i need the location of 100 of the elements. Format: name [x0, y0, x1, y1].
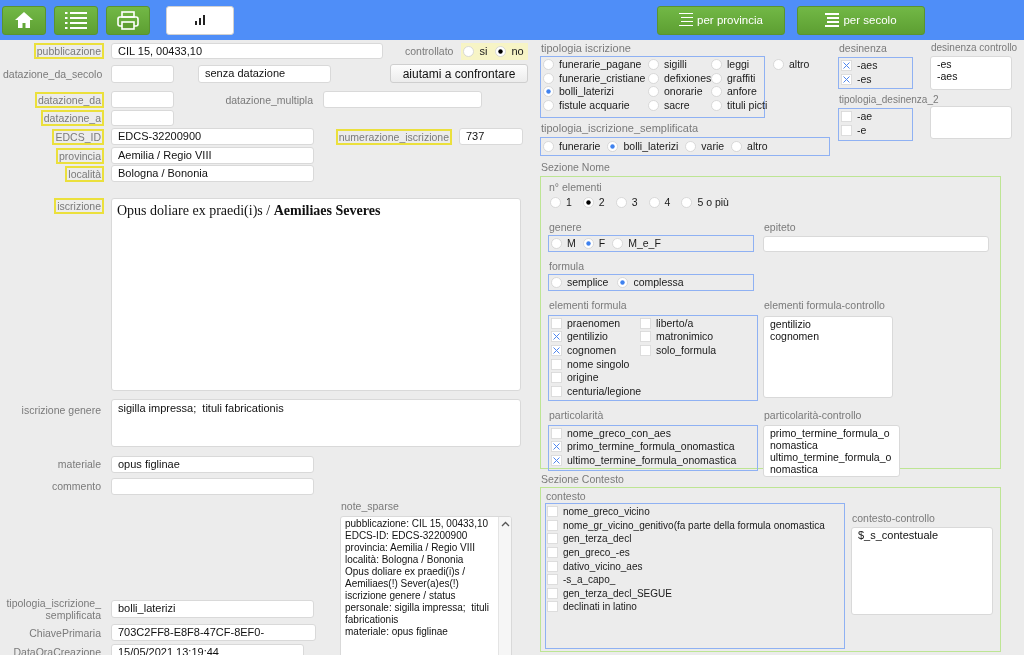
radio-button[interactable]: F [582, 236, 606, 250]
radio-button[interactable]: 2 [582, 196, 605, 210]
radio-button[interactable]: fistule acquarie [543, 98, 630, 113]
text-field[interactable]: CIL 15, 00433,10 [111, 43, 383, 59]
radio-button[interactable]: si [463, 44, 488, 58]
radio-button[interactable]: sigilli [648, 58, 687, 72]
checkbox[interactable]: nome singolo [551, 357, 630, 371]
radio-button[interactable]: M_e_F [612, 236, 661, 250]
checkbox[interactable]: gen_terza_decl_SEGUE [547, 586, 672, 601]
checkbox[interactable]: -aes [841, 59, 878, 73]
list-icon [65, 10, 87, 30]
scrollbar[interactable] [498, 517, 511, 655]
radio-button[interactable]: 5 o più [681, 196, 729, 210]
field-label: datazione_multipla [224, 92, 314, 108]
field-label: Sezione Contesto [540, 473, 625, 485]
list-button[interactable] [54, 5, 98, 35]
text-field[interactable] [111, 477, 314, 495]
radio-button[interactable]: funerarie [543, 139, 601, 154]
radio-button[interactable]: altro [773, 58, 810, 72]
radio-button[interactable]: graffiti [711, 71, 756, 86]
radio-button[interactable]: semplice [551, 275, 609, 289]
radio-button[interactable]: funerarie_cristiane [543, 71, 646, 86]
home-button[interactable] [2, 5, 46, 35]
field-label: datazione_a [40, 109, 104, 126]
field-line: $_s_contestuale [858, 529, 940, 542]
checkbox[interactable]: praenomen [551, 316, 621, 331]
checkbox[interactable]: ultimo_termine_formula_onomastica [551, 453, 737, 468]
radio-button[interactable]: 3 [615, 196, 638, 210]
field-label: iscrizione [54, 198, 104, 214]
checkbox[interactable]: centuria/legione [551, 384, 642, 399]
radio-button[interactable]: varie [685, 139, 725, 154]
checkbox[interactable]: gen_greco_-es [547, 545, 630, 560]
field-line: cognomen [770, 329, 821, 342]
text-field[interactable]: EDCS-32200900 [111, 128, 314, 145]
text-field[interactable]: Bologna / Bononia [111, 165, 314, 182]
text-field[interactable] [323, 91, 482, 108]
chart-button[interactable] [166, 5, 234, 35]
checkbox[interactable]: nome_gr_vicino_genitivo(fa parte della formula onomastica [547, 518, 825, 533]
text-field[interactable]: bolli_laterizi [111, 600, 314, 618]
radio-button[interactable]: defixiones [648, 71, 712, 86]
field-label: numerazione_iscrizione [335, 128, 452, 145]
text-field[interactable] [111, 109, 174, 126]
radio-button[interactable]: leggi [711, 58, 750, 72]
checkbox[interactable]: primo_termine_formula_onomastica [551, 440, 735, 454]
text-field[interactable] [111, 91, 174, 108]
checkbox[interactable]: cognomen [551, 343, 617, 358]
field-label: elementi formula [548, 298, 628, 311]
checkbox[interactable]: nome_greco_con_aes [551, 426, 671, 441]
compare-button[interactable]: aiutami a confrontare [390, 64, 528, 83]
radio-button[interactable]: bolli_laterizi [543, 85, 614, 99]
checkbox[interactable]: gen_terza_decl [547, 532, 632, 546]
radio-button[interactable]: bolli_laterizi [607, 139, 679, 154]
radio-button[interactable]: 4 [648, 196, 671, 210]
text-field[interactable]: 737 [459, 128, 523, 145]
checkbox[interactable]: solo_formula [640, 343, 717, 358]
radio-button[interactable]: complessa [617, 275, 684, 289]
text-field[interactable]: gentilizio cognomen [763, 315, 893, 398]
checkbox[interactable]: nome_greco_vicino [547, 505, 650, 519]
field-label: particolarità-controllo [763, 408, 863, 421]
notes-text: pubblicazione: CIL 15, 00433,10 EDCS-ID: EDCS-32200900 provincia: Aemilia / Regio VIII località: Bologna / Bononia Opus doliare ex praedi(i)s / Aemiliaes(!) Sever(a)es(!) iscrizione genere / status personale: sigilla impressa; tituli fabricationis materiale: opus figlinae [344, 517, 490, 639]
checkbox[interactable]: dativo_vicino_aes [547, 559, 643, 573]
text-field[interactable]: primo_termine_formula_onomastica ultimo_termine_formula_onomastica [763, 424, 900, 477]
radio-button[interactable]: 1 [550, 196, 572, 210]
radio-button[interactable]: M [551, 236, 576, 250]
text-field[interactable]: sigilla impressa; tituli fabricationis [111, 399, 521, 447]
radio-button[interactable]: no [495, 44, 524, 58]
checkbox[interactable]: declinati in latino [547, 600, 637, 614]
checkbox[interactable]: gentilizio [551, 330, 608, 344]
checkbox[interactable]: -ae [841, 110, 873, 124]
checkbox[interactable]: -es [841, 72, 872, 87]
text-field[interactable]: 703C2FF8-E8F8-47CF-8EF0- [111, 624, 316, 641]
print-button[interactable] [106, 5, 150, 35]
checkbox[interactable]: matronimico [640, 330, 714, 344]
radio-button[interactable]: altro [731, 139, 768, 154]
radio-button[interactable]: funerarie_pagane [543, 58, 642, 72]
text-field[interactable]: senza datazione [198, 64, 331, 83]
text-field[interactable]: $_s_contestuale [851, 527, 993, 615]
radio-button[interactable]: tituli picti [711, 98, 768, 113]
field-label: tipologia iscrizione [540, 42, 632, 54]
field-line: ultimo_termine_formula_onomastica [770, 450, 893, 475]
text-field[interactable]: -es -aes [930, 56, 1012, 90]
text-field[interactable]: opus figlinae [111, 455, 314, 473]
checkbox[interactable]: origine [551, 370, 599, 385]
text-field[interactable]: Opus doliare ex praedi(i)s / Aemiliaes Severes [111, 198, 521, 391]
text-field[interactable] [763, 235, 989, 252]
field-label: desinenza controllo [930, 42, 1019, 54]
text-field[interactable]: Aemilia / Regio VIII [111, 147, 314, 164]
notes-field[interactable] [340, 516, 512, 655]
field-label: elementi formula-controllo [763, 298, 886, 311]
checkbox[interactable]: -e [841, 123, 867, 138]
checkbox[interactable]: -s_a_capo_ [547, 572, 616, 587]
radio-button[interactable]: anfore [711, 85, 757, 99]
field-label: commento [50, 479, 102, 494]
radio-button[interactable]: sacre [648, 98, 690, 113]
text-field[interactable] [930, 106, 1012, 139]
field-label: epiteto [763, 220, 797, 233]
text-field[interactable] [111, 64, 174, 83]
checkbox[interactable]: liberto/a [640, 316, 694, 331]
field-label: ChiavePrimaria [28, 625, 102, 641]
radio-button[interactable]: onorarie [648, 85, 703, 99]
